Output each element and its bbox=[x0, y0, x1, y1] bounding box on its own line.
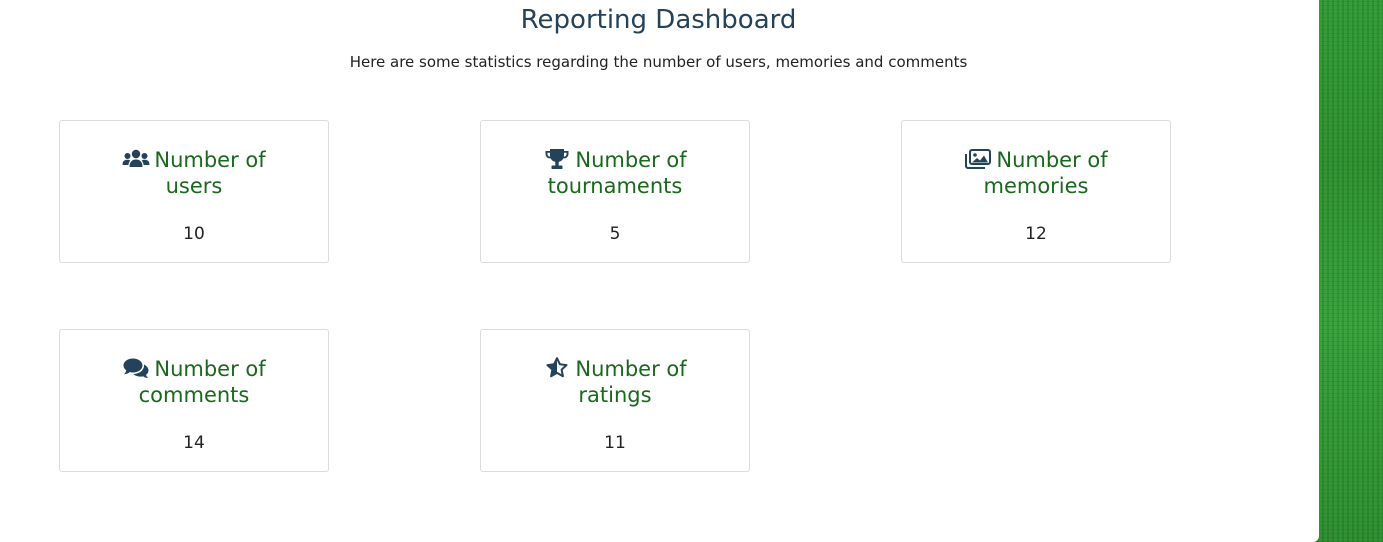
card-title-line2: comments bbox=[138, 383, 250, 407]
star-half-icon bbox=[543, 357, 571, 379]
card-title-line1: Number of bbox=[575, 148, 687, 172]
card-title-line2: tournaments bbox=[547, 174, 683, 198]
card-title: Number of tournaments bbox=[491, 147, 739, 199]
page-title: Reporting Dashboard bbox=[520, 5, 797, 35]
card-title-line1: Number of bbox=[575, 357, 687, 381]
card-value: 14 bbox=[183, 433, 205, 453]
card-value: 5 bbox=[609, 224, 621, 244]
card-title: Number of memories bbox=[912, 147, 1160, 199]
card-value: 11 bbox=[604, 433, 626, 453]
images-icon bbox=[964, 148, 992, 170]
stat-card-ratings: Number of ratings 11 bbox=[480, 329, 750, 472]
card-title-line1: Number of bbox=[154, 357, 266, 381]
trophy-icon bbox=[543, 148, 571, 170]
card-title-line1: Number of bbox=[996, 148, 1108, 172]
card-value: 12 bbox=[1025, 224, 1047, 244]
card-value: 10 bbox=[183, 224, 205, 244]
page-subtitle: Here are some statistics regarding the n… bbox=[349, 53, 968, 71]
main-content: Reporting Dashboard Here are some statis… bbox=[0, 0, 1319, 542]
grass-background bbox=[1317, 0, 1383, 542]
card-title-line2: memories bbox=[983, 174, 1089, 198]
stat-card-memories: Number of memories 12 bbox=[901, 120, 1171, 263]
stat-card-comments: Number of comments 14 bbox=[59, 329, 329, 472]
card-title-line2: ratings bbox=[578, 383, 652, 407]
card-title: Number of ratings bbox=[491, 356, 739, 408]
stat-card-tournaments: Number of tournaments 5 bbox=[480, 120, 750, 263]
card-title-line1: Number of bbox=[154, 148, 266, 172]
card-title: Number of comments bbox=[70, 356, 318, 408]
card-title-line2: users bbox=[165, 174, 223, 198]
users-icon bbox=[122, 148, 150, 170]
comments-icon bbox=[122, 357, 150, 379]
stat-card-users: Number of users 10 bbox=[59, 120, 329, 263]
card-title: Number of users bbox=[70, 147, 318, 199]
